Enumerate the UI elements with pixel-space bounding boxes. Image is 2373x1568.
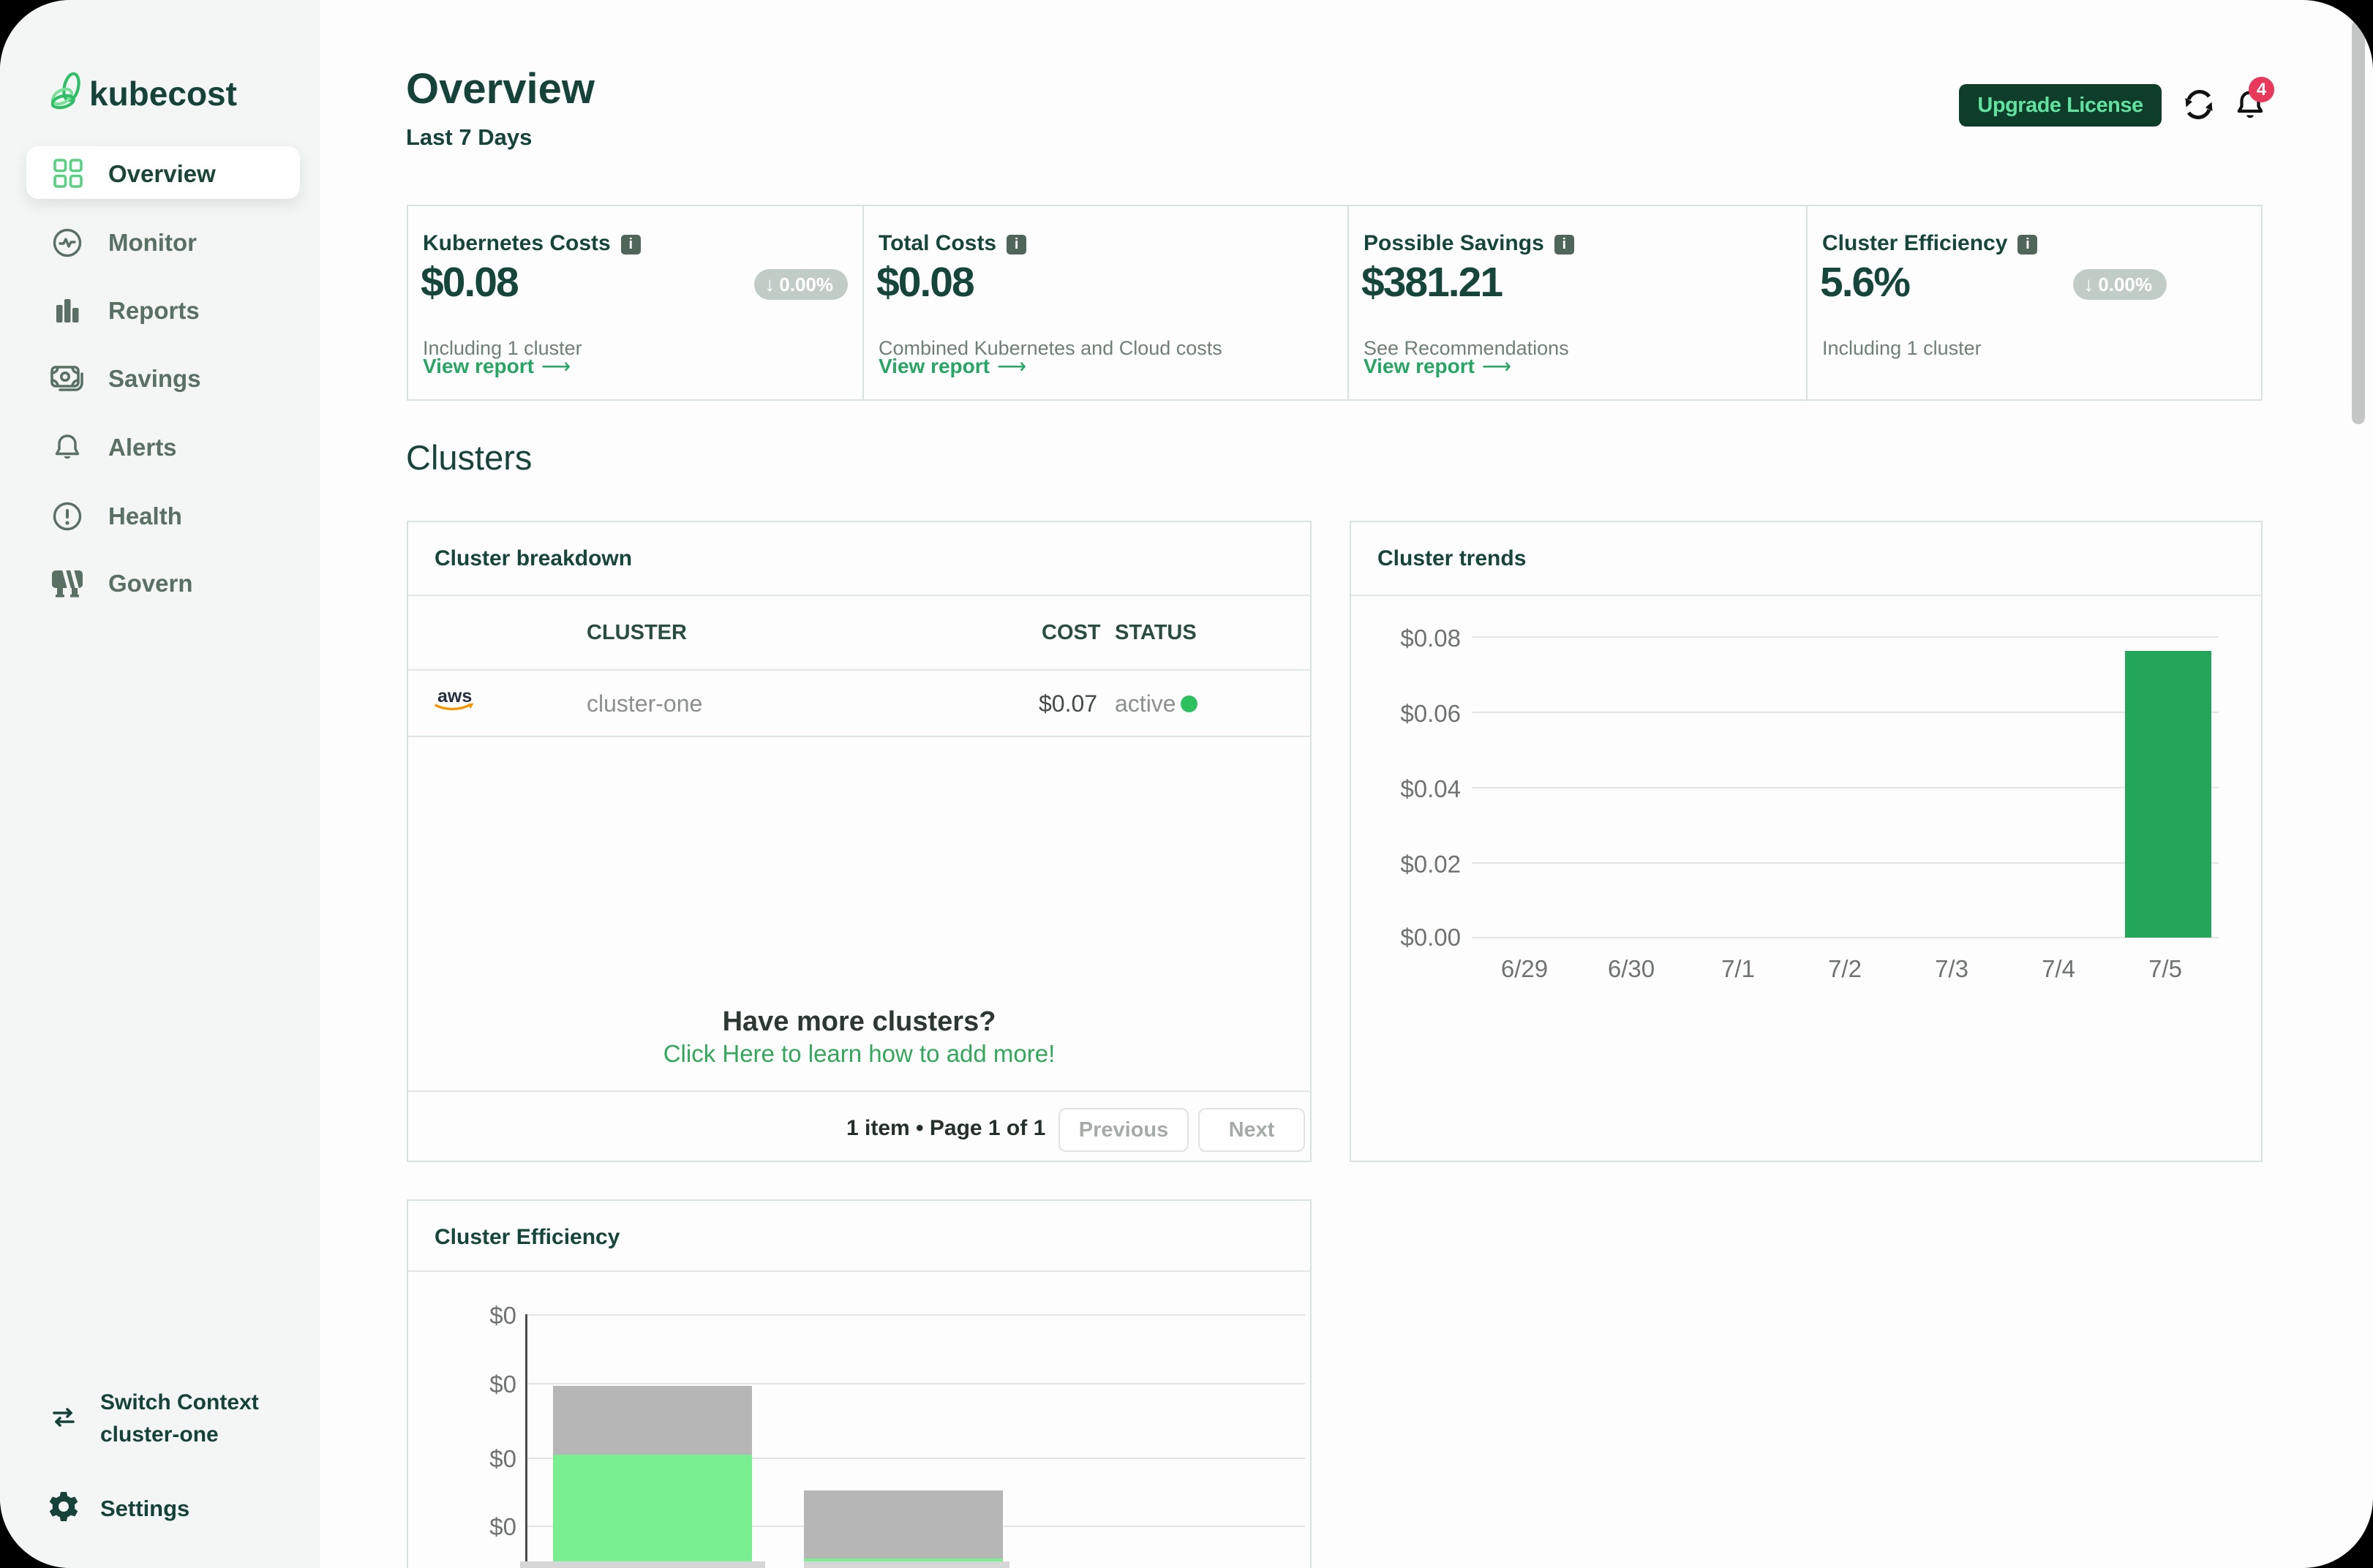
svg-text:aws: aws — [437, 686, 472, 706]
